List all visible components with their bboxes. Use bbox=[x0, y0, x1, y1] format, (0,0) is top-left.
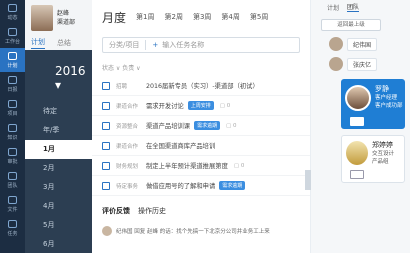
task-checkbox[interactable] bbox=[102, 81, 110, 90]
task-row[interactable]: 资源整合 渠道产品培训课 需求逾期 ▢ 0 bbox=[92, 116, 310, 136]
rail-item[interactable]: 知识 bbox=[0, 120, 25, 144]
task-category: 资源整合 bbox=[116, 123, 139, 130]
nav-icon bbox=[8, 171, 17, 180]
week-tab[interactable]: 第4周 bbox=[221, 12, 239, 22]
nav-icon bbox=[8, 27, 17, 36]
org-node[interactable]: 纪伟国 bbox=[311, 37, 410, 51]
month-item[interactable]: 6月 bbox=[25, 235, 92, 253]
task-title[interactable]: 渠道产品培训课 bbox=[146, 121, 190, 130]
task-title[interactable]: 制定上半年预计渠道推展第度 bbox=[146, 161, 228, 170]
avatar[interactable] bbox=[31, 5, 53, 31]
org-chart-icon[interactable] bbox=[350, 170, 364, 179]
avatar bbox=[102, 226, 112, 236]
avatar bbox=[346, 141, 368, 165]
task-row[interactable]: 财务规划 制定上半年预计渠道推展第度 ▢ 0 bbox=[92, 156, 310, 176]
comment-count[interactable]: ▢ 0 bbox=[220, 103, 230, 109]
comment-count[interactable]: ▢ 0 bbox=[234, 163, 244, 169]
avatar bbox=[345, 85, 371, 111]
month-item[interactable]: 待定 bbox=[25, 102, 92, 121]
nav-icon bbox=[8, 99, 17, 108]
member-card[interactable]: 郑婷婷 交互设计 产品组 bbox=[341, 135, 405, 183]
task-checkbox[interactable] bbox=[102, 101, 110, 110]
org-node[interactable]: 张庆亿 bbox=[311, 57, 410, 71]
rail-item[interactable]: 计划 bbox=[0, 48, 25, 72]
tab-feedback[interactable]: 评价反馈 bbox=[102, 206, 130, 216]
task-category: 财务规划 bbox=[116, 163, 139, 170]
user-dept: 渠道部 bbox=[57, 19, 76, 26]
week-tab[interactable]: 第2周 bbox=[164, 12, 182, 22]
rail-item[interactable]: 日报 bbox=[0, 72, 25, 96]
plus-icon[interactable]: + bbox=[152, 41, 158, 49]
month-item[interactable]: 3月 bbox=[25, 178, 92, 197]
tab-summary[interactable]: 总结 bbox=[57, 38, 71, 48]
task-checkbox[interactable] bbox=[102, 121, 110, 130]
task-checkbox[interactable] bbox=[102, 161, 110, 170]
tab-plan[interactable]: 计划 bbox=[31, 37, 45, 49]
task-title[interactable]: 在全国渠道商库产品培训 bbox=[146, 141, 215, 150]
tab-plan-right[interactable]: 计划 bbox=[327, 3, 339, 12]
task-title[interactable]: 2016届新专员（实习）-渠道部（初试） bbox=[146, 81, 259, 90]
month-item[interactable]: 4月 bbox=[25, 197, 92, 216]
week-tab[interactable]: 第1周 bbox=[136, 12, 154, 22]
status-badge: 需求逾期 bbox=[219, 181, 246, 190]
task-checkbox[interactable] bbox=[102, 141, 110, 150]
add-task-bar[interactable]: 分类/项目 + 输入任务名称 bbox=[102, 37, 300, 53]
user-card[interactable]: 赵峰 渠道部 bbox=[25, 0, 92, 36]
task-category: 渠道合作 bbox=[116, 103, 139, 110]
page-title: 月度 bbox=[102, 10, 127, 25]
back-to-top-button[interactable]: 返回最上级 bbox=[321, 19, 381, 31]
rail-item[interactable]: 任务 bbox=[0, 216, 25, 240]
rail-item[interactable]: 审批 bbox=[0, 144, 25, 168]
nav-icon bbox=[8, 51, 17, 60]
task-row[interactable]: 渠道合作 在全国渠道商库产品培训 bbox=[92, 136, 310, 156]
week-tab[interactable]: 第3周 bbox=[193, 12, 211, 22]
nav-icon bbox=[8, 195, 17, 204]
avatar bbox=[329, 37, 343, 51]
member-card-selected[interactable]: 罗静 客户经理 客户成功部 bbox=[341, 79, 405, 129]
rail-item[interactable]: 文件 bbox=[0, 192, 25, 216]
month-item[interactable]: 1月 bbox=[25, 140, 92, 159]
period-column: 赵峰 渠道部 计划 总结 2016 ▾ 待定 年/季 1月 2月 3月 4月 5月 6月 bbox=[25, 0, 92, 253]
avatar bbox=[329, 57, 343, 71]
main-panel: 月度 第1周 第2周 第3周 第4周 第5周 分类/项目 + 输入任务名称 状态 ∨ 负… bbox=[92, 0, 310, 253]
task-row[interactable]: 渠道合作 需求开发讨论 上周安排 ▢ 0 bbox=[92, 96, 310, 116]
task-checkbox[interactable] bbox=[102, 181, 110, 190]
tab-team[interactable]: 团队 bbox=[347, 2, 360, 12]
comment-count[interactable]: ▢ 0 bbox=[226, 123, 236, 129]
left-nav-rail: 动态 工作台 计划 日报 项目 知识 审批 团队 文件 任务 bbox=[0, 0, 25, 253]
task-category: 招聘 bbox=[116, 83, 128, 90]
task-category: 渠道合作 bbox=[116, 143, 139, 150]
nav-icon bbox=[8, 3, 17, 12]
org-chart-icon[interactable] bbox=[350, 117, 364, 126]
task-title[interactable]: 需求开发讨论 bbox=[146, 101, 184, 110]
user-name: 赵峰 bbox=[57, 10, 70, 17]
month-item[interactable]: 5月 bbox=[25, 216, 92, 235]
nav-icon bbox=[8, 75, 17, 84]
task-category: 待定事务 bbox=[116, 183, 139, 190]
task-name-input[interactable]: 输入任务名称 bbox=[162, 40, 204, 50]
task-row[interactable]: 待定事务 做借应用号的了解和申请 需求逾期 bbox=[92, 176, 310, 196]
nav-icon bbox=[8, 147, 17, 156]
nav-icon bbox=[8, 123, 17, 132]
rail-item[interactable]: 动态 bbox=[0, 0, 25, 24]
nav-icon bbox=[8, 219, 17, 228]
year-selector[interactable]: 2016 ▾ bbox=[25, 50, 92, 102]
feedback-item: 纪伟国 回复 赵峰 的话：找个先搞一下北京分公司并业务工上来 bbox=[92, 226, 310, 236]
month-item[interactable]: 2月 bbox=[25, 159, 92, 178]
week-tab[interactable]: 第5周 bbox=[250, 12, 268, 22]
task-row[interactable]: 招聘 2016届新专员（实习）-渠道部（初试） bbox=[92, 76, 310, 96]
tab-history[interactable]: 操作历史 bbox=[138, 206, 166, 216]
month-item[interactable]: 年/季 bbox=[25, 121, 92, 140]
filter-bar[interactable]: 状态 ∨ 负责 ∨ bbox=[102, 63, 300, 72]
task-title[interactable]: 做借应用号的了解和申请 bbox=[146, 181, 215, 190]
status-badge: 需求逾期 bbox=[194, 121, 221, 130]
rail-item[interactable]: 工作台 bbox=[0, 24, 25, 48]
category-select[interactable]: 分类/项目 bbox=[103, 40, 147, 50]
status-badge: 上周安排 bbox=[187, 101, 214, 110]
rail-item[interactable]: 团队 bbox=[0, 168, 25, 192]
team-panel: 计划 团队 返回最上级 纪伟国 张庆亿 罗静 客户经理 客户成功部 郑婷婷 交互… bbox=[311, 0, 410, 253]
rail-item[interactable]: 项目 bbox=[0, 96, 25, 120]
